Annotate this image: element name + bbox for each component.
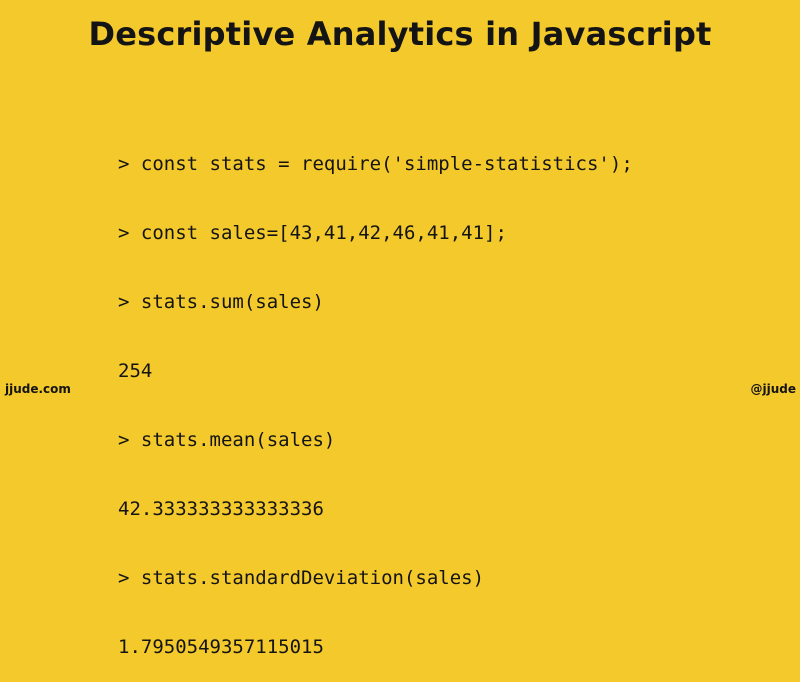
console-output: 254 <box>118 360 153 382</box>
console-line: > stats.standardDeviation(sales) <box>118 567 485 589</box>
console-output: 42.333333333333336 <box>118 498 324 520</box>
console-line: > const sales=[43,41,42,46,41,41]; <box>118 222 507 244</box>
site-link[interactable]: jjude.com <box>5 382 71 396</box>
console-line: > stats.mean(sales) <box>118 429 336 451</box>
social-handle[interactable]: @jjude <box>751 382 797 396</box>
code-console: > const stats = require('simple-statisti… <box>118 107 633 682</box>
page-title: Descriptive Analytics in Javascript <box>88 15 712 53</box>
console-output: 1.7950549357115015 <box>118 636 324 658</box>
console-line: > const stats = require('simple-statisti… <box>118 153 633 175</box>
console-line: > stats.sum(sales) <box>118 291 324 313</box>
